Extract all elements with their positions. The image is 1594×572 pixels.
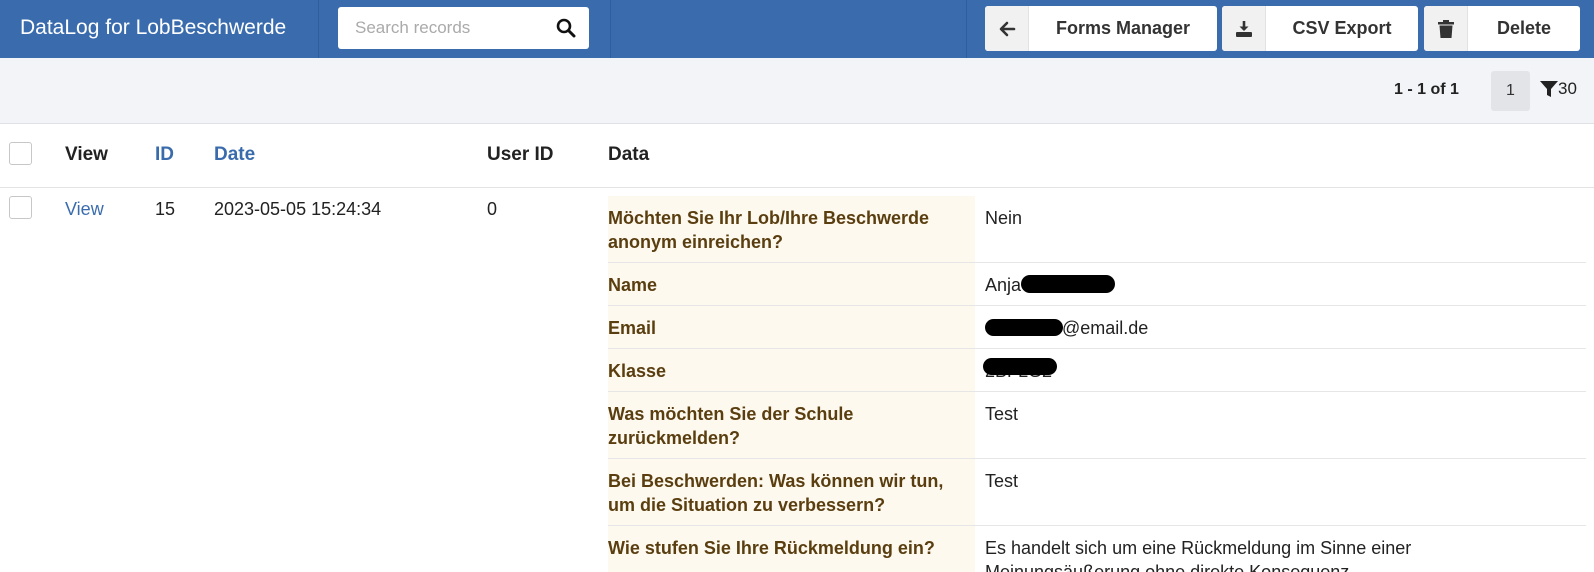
data-field-label: Was möchten Sie der Schule zurückmelden?	[608, 392, 975, 458]
data-field-value: Test	[985, 471, 1019, 491]
view-record-link[interactable]: View	[65, 199, 104, 220]
data-field-row: Wie stufen Sie Ihre Rückmeldung ein? Es …	[608, 526, 1586, 572]
record-data-table: Möchten Sie Ihr Lob/Ihre Beschwerde anon…	[608, 196, 1586, 572]
data-field-label: Bei Beschwerden: Was können wir tun, um …	[608, 459, 975, 525]
redaction-mark	[985, 319, 1063, 336]
data-field-row: Bei Beschwerden: Was können wir tun, um …	[608, 459, 1586, 526]
per-page-value: 30	[1558, 79, 1577, 98]
data-field-row: Name Anja	[608, 263, 1586, 306]
csv-export-button[interactable]: CSV Export	[1222, 6, 1418, 51]
data-field-value-wrap: @email.de	[975, 306, 1586, 348]
data-field-label: Möchten Sie Ihr Lob/Ihre Beschwerde anon…	[608, 196, 975, 262]
arrow-left-icon	[985, 6, 1029, 51]
search-box	[338, 7, 589, 49]
data-field-label: Wie stufen Sie Ihre Rückmeldung ein?	[608, 526, 975, 572]
data-field-value: @email.de	[1062, 318, 1149, 338]
forms-manager-button[interactable]: Forms Manager	[985, 6, 1217, 51]
search-icon[interactable]	[556, 18, 576, 38]
data-field-label: Email	[608, 306, 975, 348]
data-field-row: Klasse 2BFLG2	[608, 349, 1586, 392]
column-header-id[interactable]: ID	[155, 144, 174, 166]
app-title: DataLog for LobBeschwerde	[20, 16, 287, 39]
top-navigation-bar: DataLog for LobBeschwerde Forms Manager …	[0, 0, 1594, 58]
csv-export-label: CSV Export	[1292, 18, 1392, 38]
data-field-value: Anja	[985, 275, 1022, 295]
column-header-data: Data	[608, 144, 650, 165]
table-header: View ID Date User ID Data	[0, 124, 1594, 188]
header-divider	[966, 0, 967, 58]
data-field-value: Test	[985, 404, 1019, 424]
redaction-mark	[1021, 275, 1115, 293]
delete-button[interactable]: Delete	[1424, 6, 1580, 51]
page-button-1[interactable]: 1	[1491, 71, 1530, 111]
forms-manager-label: Forms Manager	[1055, 18, 1191, 38]
record-range: 1 - 1 of 1	[1394, 81, 1459, 98]
data-field-label: Name	[608, 263, 975, 305]
data-field-row: Email @email.de	[608, 306, 1586, 349]
header-divider	[610, 0, 611, 58]
data-field-row: Möchten Sie Ihr Lob/Ihre Beschwerde anon…	[608, 196, 1586, 263]
record-date: 2023-05-05 15:24:34	[214, 199, 382, 219]
select-all-checkbox[interactable]	[9, 142, 32, 165]
search-input[interactable]	[338, 7, 543, 49]
data-field-row: Was möchten Sie der Schule zurückmelden?…	[608, 392, 1586, 459]
header-divider	[318, 0, 319, 58]
data-field-value: Nein	[985, 208, 1023, 228]
delete-label: Delete	[1496, 18, 1552, 38]
column-header-view: View	[65, 144, 108, 165]
redaction-mark	[983, 358, 1057, 375]
data-field-label: Klasse	[608, 349, 975, 391]
trash-icon	[1424, 6, 1468, 51]
data-field-value-wrap: Anja	[975, 263, 1586, 305]
column-header-user-id: User ID	[487, 144, 554, 165]
record-id: 15	[155, 199, 176, 219]
record-user-id: 0	[487, 199, 498, 219]
download-icon	[1222, 6, 1266, 51]
row-select-checkbox[interactable]	[9, 196, 32, 219]
filter-icon	[1540, 81, 1558, 97]
data-field-value-wrap: 2BFLG2	[975, 349, 1586, 391]
column-header-date[interactable]: Date	[214, 144, 255, 166]
per-page-filter[interactable]: 30	[1540, 79, 1577, 99]
data-field-value: Es handelt sich um eine Rückmeldung im S…	[985, 538, 1412, 572]
pagination-bar: 1 - 1 of 1 1 30	[0, 58, 1594, 124]
